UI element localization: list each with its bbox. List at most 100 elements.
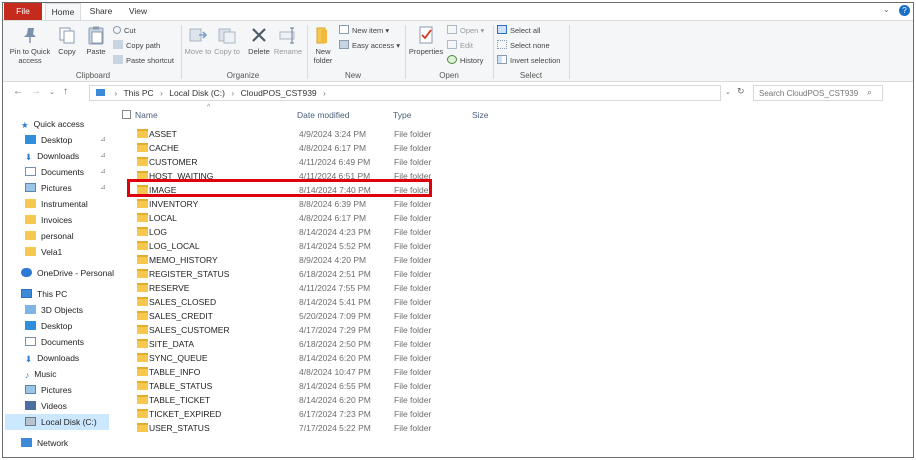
move-to-button[interactable]: Move to: [183, 25, 213, 56]
delete-x-icon: [252, 28, 266, 42]
file-type: File folder: [394, 297, 432, 307]
address-bar[interactable]: › This PC › Local Disk (C:) › CloudPOS_C…: [89, 85, 721, 101]
column-type[interactable]: Type: [393, 110, 411, 120]
address-dropdown-icon[interactable]: ⌄: [725, 88, 731, 96]
history-button[interactable]: History: [447, 55, 483, 67]
file-row-customer[interactable]: CUSTOMER 4/11/2024 6:49 PM File folder: [115, 155, 515, 169]
nav-pc-documents[interactable]: Documents: [25, 335, 84, 349]
nav-instrumental[interactable]: Instrumental: [25, 197, 88, 211]
nav-pc-videos[interactable]: Videos: [25, 399, 67, 413]
column-name[interactable]: Name: [135, 110, 158, 120]
nav-pictures[interactable]: Pictures: [25, 181, 72, 195]
file-date: 7/17/2024 5:22 PM: [299, 423, 371, 433]
nav-downloads[interactable]: ⬇ Downloads: [25, 149, 79, 163]
file-row-register-status[interactable]: REGISTER_STATUS 6/18/2024 2:51 PM File fol…: [115, 267, 515, 281]
file-row-asset[interactable]: ASSET 4/9/2024 3:24 PM File folder: [115, 127, 515, 141]
delete-button[interactable]: Delete: [245, 25, 273, 56]
file-row-ticket-expired[interactable]: TICKET_EXPIRED 6/17/2024 7:23 PM File fold…: [115, 407, 515, 421]
nav-this-pc[interactable]: This PC: [21, 287, 67, 301]
pin-to-quick-access-button[interactable]: Pin to Quick access: [7, 25, 53, 65]
file-row-memo-history[interactable]: MEMO_HISTORY 8/9/2024 4:20 PM File folder: [115, 253, 515, 267]
tab-share[interactable]: Share: [85, 3, 117, 20]
invert-selection-button[interactable]: Invert selection: [497, 55, 560, 67]
folder-icon: [137, 255, 148, 264]
nav-vela1[interactable]: Vela1: [25, 245, 62, 259]
select-all-icon: [497, 25, 507, 34]
file-row-site-data[interactable]: SITE_DATA 6/18/2024 2:50 PM File folder: [115, 337, 515, 351]
file-type: File folder: [394, 241, 432, 251]
breadcrumb-cloudpos[interactable]: CloudPOS_CST939: [241, 88, 317, 98]
nav-local-disk[interactable]: Local Disk (C:): [25, 415, 97, 429]
tab-home[interactable]: Home: [45, 3, 81, 21]
file-row-user-status[interactable]: USER_STATUS 7/17/2024 5:22 PM File folder: [115, 421, 515, 435]
edit-button[interactable]: Edit: [447, 40, 473, 52]
properties-button[interactable]: Properties: [407, 25, 445, 56]
nav-pc-music[interactable]: ♪ Music: [25, 367, 56, 381]
music-note-icon: ♪: [25, 370, 30, 380]
forward-arrow-icon[interactable]: →: [31, 86, 41, 97]
file-row-reserve[interactable]: RESERVE 4/11/2024 7:55 PM File folder: [115, 281, 515, 295]
nav-3d-objects[interactable]: 3D Objects: [25, 303, 83, 317]
open-button[interactable]: Open ▾: [447, 25, 484, 37]
ribbon-separator: [493, 25, 494, 79]
column-date-modified[interactable]: Date modified: [297, 110, 349, 120]
file-date: 8/9/2024 4:20 PM: [299, 255, 367, 265]
select-none-button[interactable]: Select none: [497, 40, 550, 52]
back-arrow-icon[interactable]: ←: [13, 86, 23, 97]
copy-button[interactable]: Copy: [55, 25, 79, 56]
tab-file[interactable]: File: [4, 3, 42, 20]
invert-selection-icon: [497, 55, 507, 64]
nav-network[interactable]: Network: [21, 436, 68, 450]
file-date: 4/9/2024 3:24 PM: [299, 129, 367, 139]
nav-pc-downloads[interactable]: ⬇ Downloads: [25, 351, 79, 365]
file-name: SALES_CLOSED: [149, 297, 217, 307]
file-row-sales-customer[interactable]: SALES_CUSTOMER 4/17/2024 7:29 PM File fold…: [115, 323, 515, 337]
nav-personal[interactable]: personal: [25, 229, 74, 243]
file-row-sales-closed[interactable]: SALES_CLOSED 8/14/2024 5:41 PM File folder: [115, 295, 515, 309]
select-all-checkbox[interactable]: [122, 110, 131, 119]
file-row-table-info[interactable]: TABLE_INFO 4/8/2024 10:47 PM File folder: [115, 365, 515, 379]
file-row-log[interactable]: LOG 8/14/2024 4:23 PM File folder: [115, 225, 515, 239]
rename-button[interactable]: Rename: [273, 25, 303, 56]
recent-chevron-icon[interactable]: ⌄: [49, 88, 55, 96]
copy-path-button[interactable]: Copy path: [113, 40, 160, 52]
video-icon: [25, 401, 36, 410]
nav-desktop[interactable]: Desktop: [25, 133, 72, 147]
file-date: 6/18/2024 2:51 PM: [299, 269, 371, 279]
copy-to-button[interactable]: Copy to: [213, 25, 241, 56]
ribbon: Pin to Quick access Copy Paste Cut Copy …: [3, 20, 913, 82]
nav-pc-desktop[interactable]: Desktop: [25, 319, 72, 333]
refresh-icon[interactable]: ↻: [737, 86, 745, 97]
help-icon[interactable]: ?: [899, 5, 910, 16]
select-all-button[interactable]: Select all: [497, 25, 540, 37]
easy-access-button[interactable]: Easy access ▾: [339, 40, 400, 52]
nav-documents[interactable]: Documents: [25, 165, 84, 179]
chevron-down-icon[interactable]: ⌄: [883, 5, 890, 14]
file-row-sync-queue[interactable]: SYNC_QUEUE 8/14/2024 6:20 PM File folder: [115, 351, 515, 365]
up-arrow-icon[interactable]: ↑: [63, 86, 68, 97]
file-row-table-status[interactable]: TABLE_STATUS 8/14/2024 6:55 PM File folder: [115, 379, 515, 393]
file-row-table-ticket[interactable]: TABLE_TICKET 8/14/2024 6:20 PM File folder: [115, 393, 515, 407]
file-row-local[interactable]: LOCAL 4/8/2024 6:17 PM File folder: [115, 211, 515, 225]
nav-pc-pictures[interactable]: Pictures: [25, 383, 72, 397]
file-row-cache[interactable]: CACHE 4/8/2024 6:17 PM File folder: [115, 141, 515, 155]
nav-quick-access[interactable]: ★ Quick access: [21, 117, 84, 131]
new-item-button[interactable]: New item ▾: [339, 25, 389, 37]
nav-invoices[interactable]: Invoices: [25, 213, 72, 227]
paste-shortcut-button[interactable]: Paste shortcut: [113, 55, 174, 67]
file-row-log-local[interactable]: LOG_LOCAL 8/14/2024 5:52 PM File folder: [115, 239, 515, 253]
new-folder-button[interactable]: New folder: [309, 25, 337, 65]
nav-onedrive[interactable]: OneDrive - Personal: [21, 266, 114, 280]
breadcrumb-this-pc[interactable]: This PC: [123, 88, 153, 98]
search-input[interactable]: [753, 85, 883, 101]
file-type: File folder: [394, 339, 432, 349]
file-row-sales-credit[interactable]: SALES_CREDIT 5/20/2024 7:09 PM File folder: [115, 309, 515, 323]
file-name: TABLE_TICKET: [149, 395, 211, 405]
paste-button[interactable]: Paste: [83, 25, 109, 56]
breadcrumb-local-disk[interactable]: Local Disk (C:): [169, 88, 225, 98]
column-size[interactable]: Size: [472, 110, 489, 120]
desktop-icon: [25, 135, 36, 144]
tab-view[interactable]: View: [121, 3, 155, 20]
cut-button[interactable]: Cut: [113, 25, 136, 37]
file-row-inventory[interactable]: INVENTORY 8/8/2024 6:39 PM File folder: [115, 197, 515, 211]
